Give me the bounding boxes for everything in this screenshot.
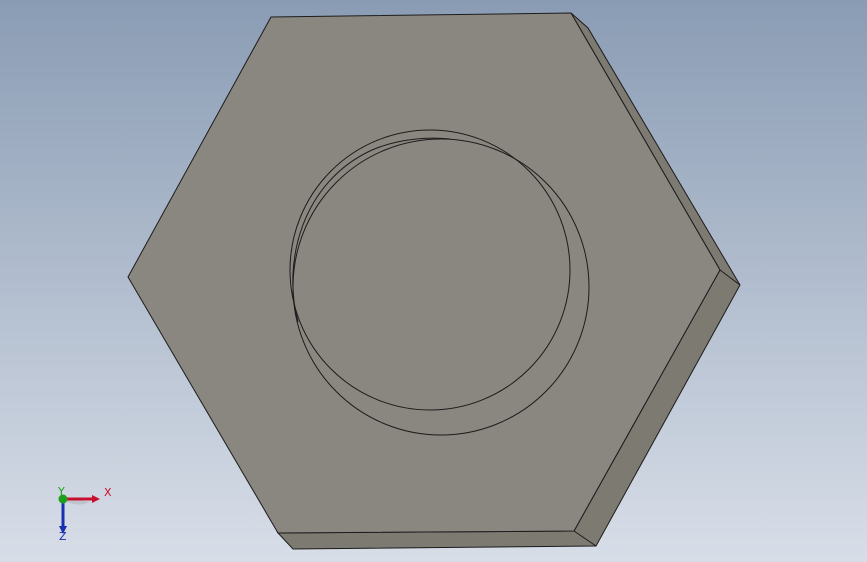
triad-shadow	[64, 500, 90, 505]
x-axis-label: X	[104, 486, 112, 499]
model-view[interactable]	[0, 0, 867, 562]
graphics-viewport[interactable]: X Y Z	[0, 0, 867, 562]
y-axis-label: Y	[58, 485, 65, 498]
reference-triad[interactable]: X Y Z	[48, 482, 118, 544]
x-axis-arrowhead	[92, 495, 100, 503]
z-axis-label: Z	[59, 530, 67, 543]
